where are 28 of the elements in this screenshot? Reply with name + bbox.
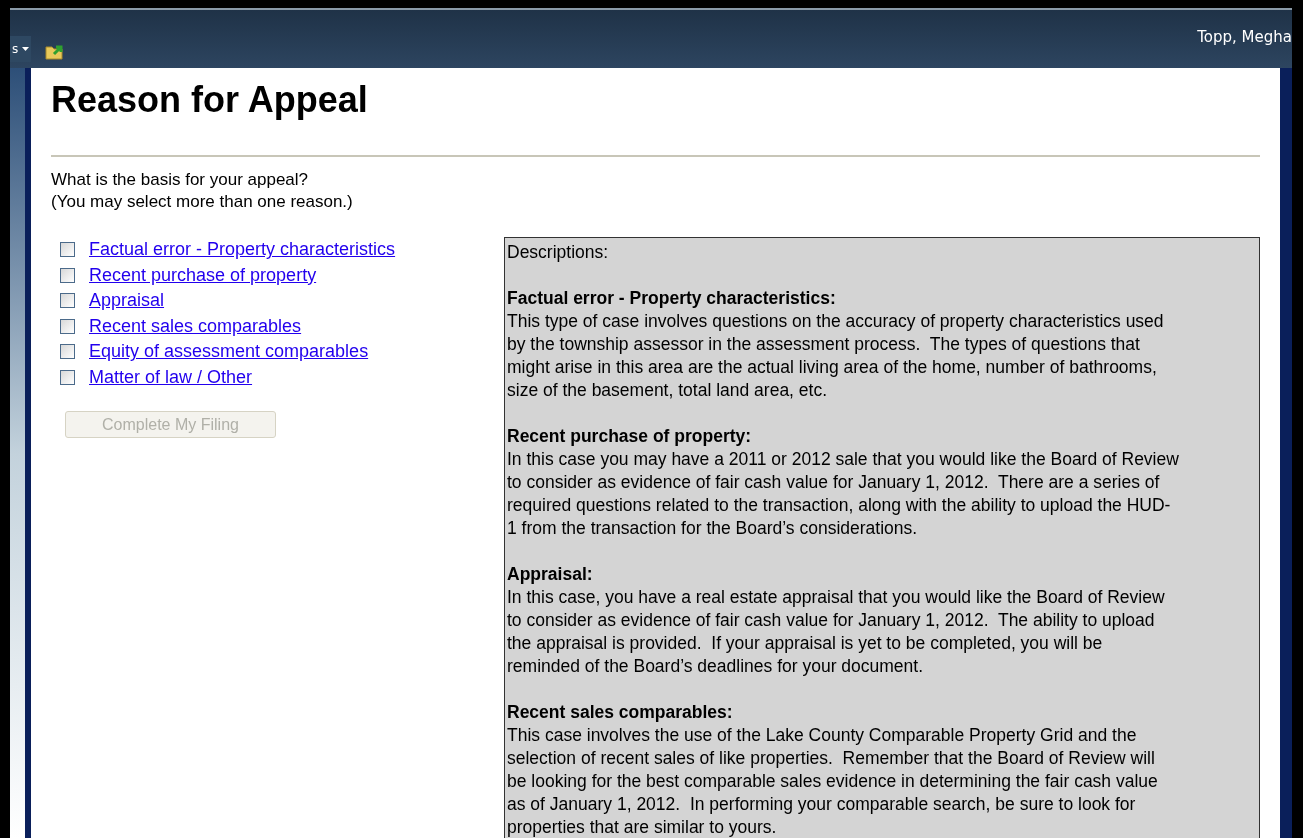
- reason-checkbox[interactable]: [60, 369, 75, 385]
- caret-icon: [22, 47, 30, 51]
- prompt-text: What is the basis for your appeal?: [51, 169, 310, 191]
- description-heading: Factual error - Property characteristics:: [507, 287, 837, 310]
- description-text: In this case, you have a real estate appraisal that you would like the Board of Review to consider as evidence of fair cash value for January 1, 2012. The ability to upload the appraisal is provided. If your appraisal is yet to be completed, you will be reminded of the Board’s deadlines for your document.: [507, 586, 1166, 678]
- reason-checkbox[interactable]: [60, 267, 75, 283]
- user-name[interactable]: Topp, Megha: [1197, 26, 1292, 49]
- reason-link[interactable]: Equity of assessment comparables: [89, 338, 369, 366]
- description-text: This type of case involves questions on the accuracy of property characteristics used by the township assessor in the assessment process. The types of questions that might arise in this area are the actual living area of the home, number of bathrooms, size of the basement, total land area, etc.: [507, 310, 1165, 402]
- reason-link[interactable]: Factual error - Property characteristics: [89, 236, 396, 264]
- reason-link[interactable]: Recent sales comparables: [89, 312, 302, 340]
- reason-checkbox[interactable]: [60, 242, 75, 258]
- description-heading: Recent purchase of property:: [507, 425, 753, 448]
- description-heading: Recent sales comparables:: [507, 701, 734, 724]
- prompt-text: (You may select more than one reason.): [51, 191, 354, 213]
- page-title: Reason for Appeal: [51, 78, 369, 122]
- reason-link[interactable]: Matter of law / Other: [89, 363, 253, 391]
- description-heading: Appraisal:: [507, 563, 594, 586]
- menu-label: s: [12, 41, 19, 58]
- menu-tab[interactable]: s: [10, 36, 32, 62]
- reason-link[interactable]: Appraisal: [89, 287, 165, 315]
- description-text: In this case you may have a 2011 or 2012 sale that you would like the Board of Review to consider as evidence of fair cash value for January 1, 2012. There are a series of required questions related to the transaction, along with the ability to upload the HUD- 1 from the transaction for the Board’s considerations.: [507, 448, 1180, 540]
- reason-checkbox[interactable]: [60, 318, 75, 334]
- reason-link[interactable]: Recent purchase of property: [89, 261, 317, 289]
- descriptions-title: Descriptions:: [507, 241, 610, 264]
- reason-checkbox[interactable]: [60, 293, 75, 309]
- reason-checkbox[interactable]: [60, 344, 75, 360]
- description-text: This case involves the use of the Lake County Comparable Property Grid and the selection of recent sales of like properties. Remember that the Board of Review will be looking for the best comparable sales evidence in determining the fair cash value as of January 1, 2012. In performing your comparable search, be sure to look for properties that are similar to yours.: [507, 724, 1159, 838]
